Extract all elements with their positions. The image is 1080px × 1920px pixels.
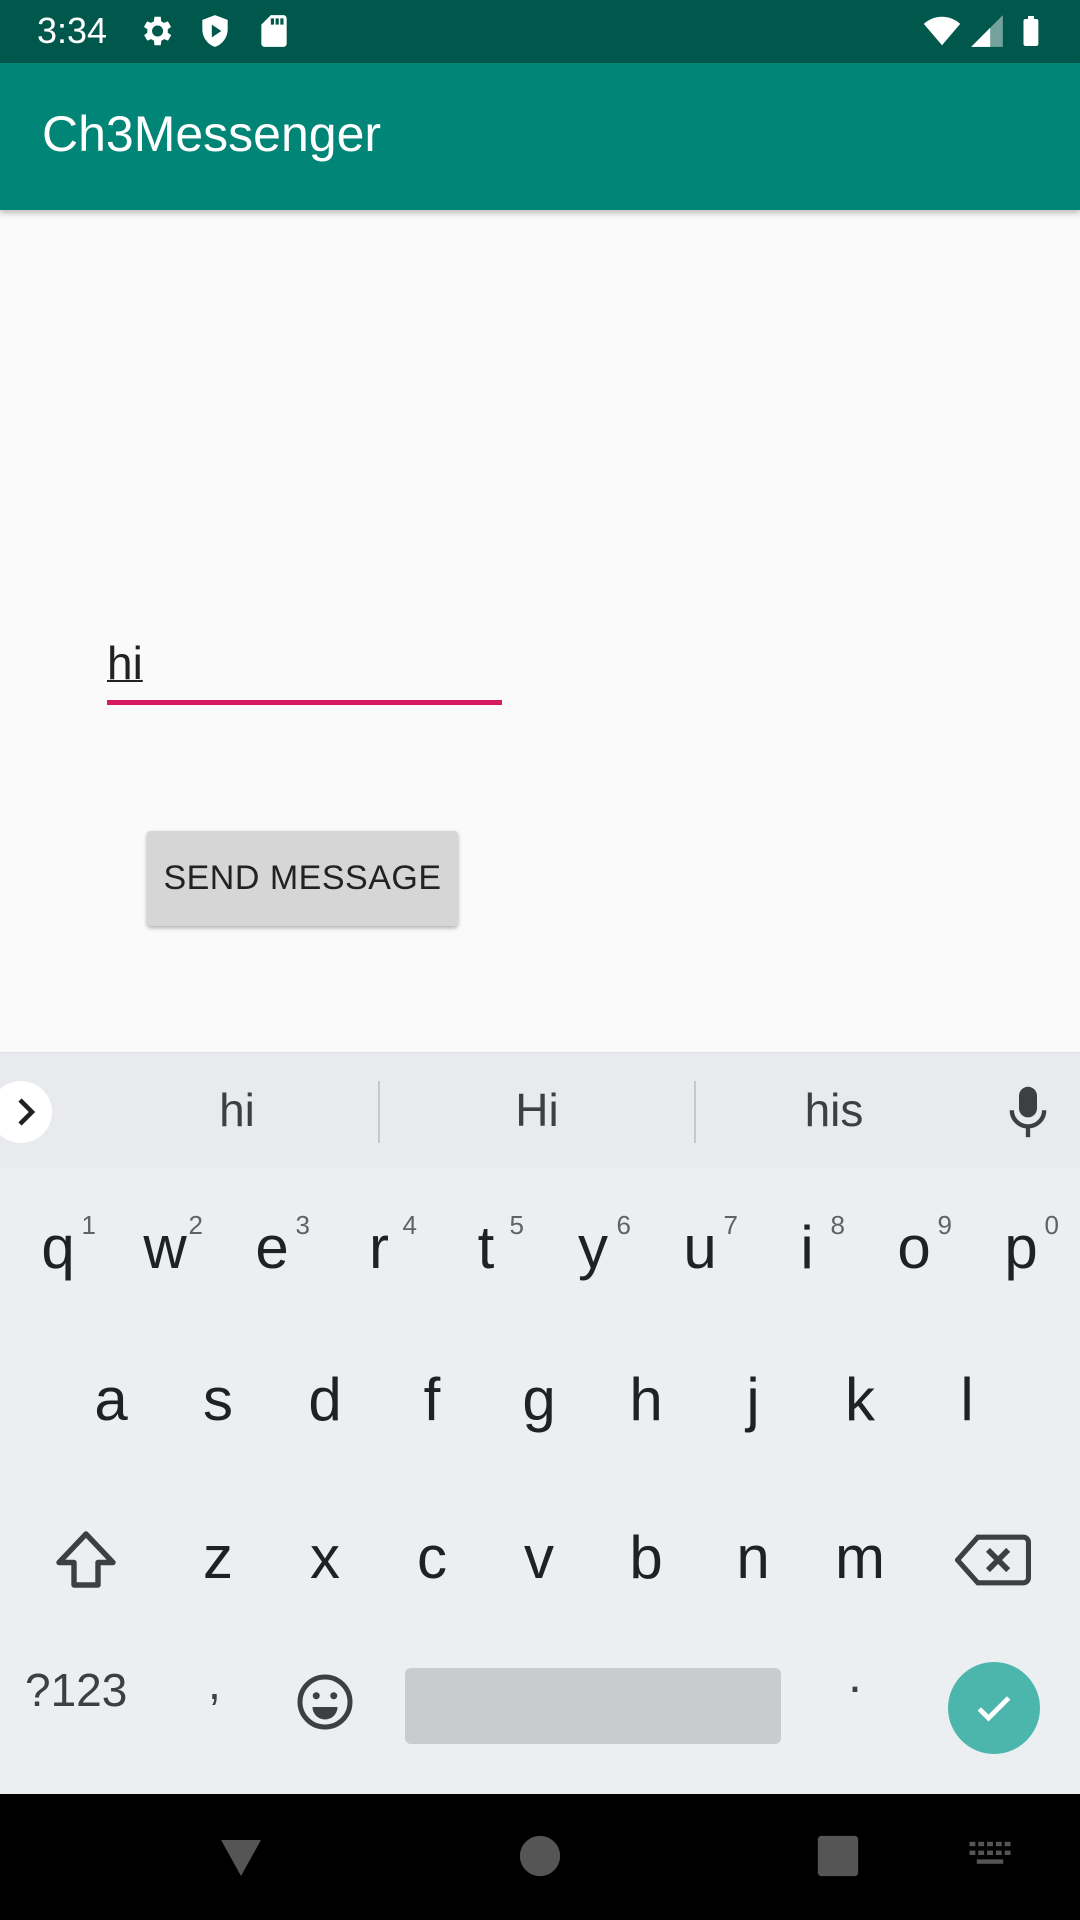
settings-icon bbox=[143, 16, 172, 46]
key-hint: 5 bbox=[509, 1210, 524, 1240]
suggestion-divider bbox=[694, 1081, 696, 1143]
done-key[interactable] bbox=[948, 1662, 1040, 1754]
key-label: m bbox=[835, 1524, 885, 1591]
app-bar: Ch3Messenger bbox=[0, 63, 1080, 210]
key-label: x bbox=[310, 1524, 340, 1591]
comma-key[interactable]: , bbox=[208, 1656, 221, 1710]
key-label: c bbox=[417, 1524, 447, 1591]
checkmark-icon bbox=[977, 1696, 1011, 1722]
microphone-icon[interactable] bbox=[1006, 1085, 1050, 1139]
key-y[interactable]: y6 bbox=[543, 1190, 643, 1310]
suggestion-3[interactable]: his bbox=[734, 1083, 934, 1137]
key-s[interactable]: s bbox=[168, 1342, 268, 1462]
key-q[interactable]: q1 bbox=[8, 1190, 108, 1310]
key-g[interactable]: g bbox=[489, 1342, 589, 1462]
key-label: h bbox=[629, 1366, 663, 1433]
key-v[interactable]: v bbox=[489, 1500, 589, 1620]
suggestion-1[interactable]: hi bbox=[137, 1083, 337, 1137]
emoji-key[interactable] bbox=[295, 1672, 355, 1732]
key-w[interactable]: w2 bbox=[115, 1190, 215, 1310]
key-u[interactable]: u7 bbox=[650, 1190, 750, 1310]
key-b[interactable]: b bbox=[596, 1500, 696, 1620]
send-message-button[interactable]: SEND MESSAGE bbox=[147, 831, 458, 926]
key-c[interactable]: c bbox=[382, 1500, 482, 1620]
key-hint: 4 bbox=[402, 1210, 417, 1240]
key-hint: 3 bbox=[295, 1210, 310, 1240]
key-i[interactable]: i8 bbox=[757, 1190, 857, 1310]
key-hint: 6 bbox=[616, 1210, 631, 1240]
key-z[interactable]: z bbox=[168, 1500, 268, 1620]
key-label: a bbox=[94, 1366, 128, 1433]
key-a[interactable]: a bbox=[61, 1342, 161, 1462]
wifi-icon bbox=[923, 16, 961, 46]
key-p[interactable]: p0 bbox=[971, 1190, 1071, 1310]
key-label: z bbox=[203, 1524, 233, 1591]
key-hint: 9 bbox=[937, 1210, 952, 1240]
key-hint: 2 bbox=[188, 1210, 203, 1240]
message-input[interactable] bbox=[107, 625, 502, 705]
shift-key[interactable] bbox=[50, 1525, 122, 1597]
key-j[interactable]: j bbox=[703, 1342, 803, 1462]
shield-icon bbox=[202, 15, 228, 47]
symbols-key[interactable]: ?123 bbox=[25, 1663, 127, 1717]
battery-icon bbox=[1023, 16, 1039, 46]
suggestion-2[interactable]: Hi bbox=[437, 1083, 637, 1137]
key-label: b bbox=[629, 1524, 663, 1591]
key-o[interactable]: o9 bbox=[864, 1190, 964, 1310]
chevron-right-icon bbox=[18, 1098, 36, 1126]
key-l[interactable]: l bbox=[917, 1342, 1017, 1462]
key-label: g bbox=[522, 1366, 556, 1433]
key-d[interactable]: d bbox=[275, 1342, 375, 1462]
space-key[interactable] bbox=[405, 1668, 781, 1744]
key-label: d bbox=[308, 1366, 342, 1433]
key-hint: 7 bbox=[723, 1210, 738, 1240]
backspace-key[interactable] bbox=[955, 1528, 1031, 1592]
suggestion-divider bbox=[378, 1081, 380, 1143]
sd-card-icon bbox=[261, 15, 287, 47]
recents-icon[interactable] bbox=[816, 1834, 860, 1878]
key-n[interactable]: n bbox=[703, 1500, 803, 1620]
navigation-bar bbox=[0, 1794, 1080, 1920]
key-label: f bbox=[423, 1366, 441, 1433]
status-bar: 3:34 bbox=[0, 0, 1080, 63]
app-title: Ch3Messenger bbox=[42, 106, 382, 162]
key-hint: 0 bbox=[1044, 1210, 1059, 1240]
key-h[interactable]: h bbox=[596, 1342, 696, 1462]
key-m[interactable]: m bbox=[810, 1500, 910, 1620]
suggestion-strip: hi Hi his bbox=[0, 1052, 1080, 1168]
key-x[interactable]: x bbox=[275, 1500, 375, 1620]
key-f[interactable]: f bbox=[382, 1342, 482, 1462]
key-label: n bbox=[736, 1524, 770, 1591]
key-hint: 8 bbox=[830, 1210, 845, 1240]
key-label: s bbox=[203, 1366, 233, 1433]
key-label: v bbox=[524, 1524, 554, 1591]
keyboard-switch-icon[interactable] bbox=[968, 1840, 1012, 1870]
expand-toolbar-button[interactable] bbox=[0, 1081, 52, 1143]
key-k[interactable]: k bbox=[810, 1342, 910, 1462]
key-e[interactable]: e3 bbox=[222, 1190, 322, 1310]
period-key[interactable]: . bbox=[848, 1646, 862, 1704]
keyboard: hi Hi his q1w2e3r4t5y6u7i8o9p0 a s d f g h j k l… bbox=[0, 1052, 1080, 1794]
key-label: j bbox=[746, 1366, 760, 1433]
home-icon[interactable] bbox=[518, 1834, 562, 1878]
status-time: 3:34 bbox=[37, 10, 108, 51]
key-label: l bbox=[960, 1366, 974, 1433]
key-hint: 1 bbox=[81, 1210, 96, 1240]
cell-signal-icon bbox=[971, 15, 1003, 47]
key-t[interactable]: t5 bbox=[436, 1190, 536, 1310]
key-label: k bbox=[845, 1366, 875, 1433]
back-icon[interactable] bbox=[217, 1834, 265, 1882]
key-r[interactable]: r4 bbox=[329, 1190, 429, 1310]
